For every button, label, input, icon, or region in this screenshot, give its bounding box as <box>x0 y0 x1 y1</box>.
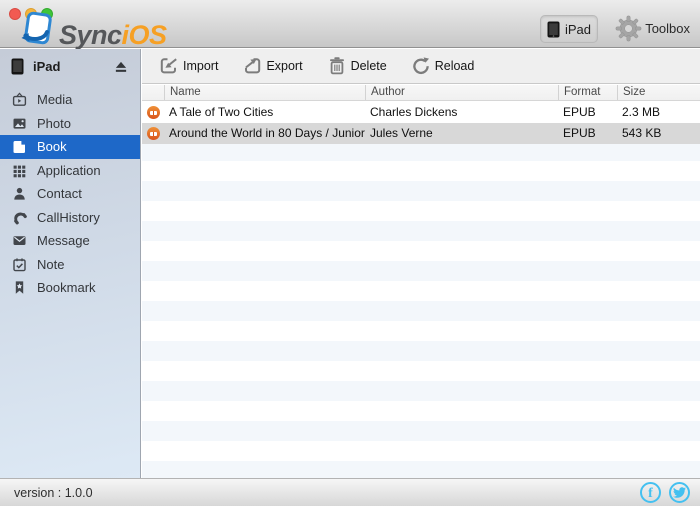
sidebar-item-photo[interactable]: Photo <box>0 112 140 136</box>
import-icon <box>159 56 179 76</box>
sidebar-item-book[interactable]: Book <box>0 135 140 159</box>
cell-size: 2.3 MB <box>617 102 700 123</box>
statusbar: version : 1.0.0 f <box>0 478 700 506</box>
eject-icon[interactable] <box>114 59 129 74</box>
sidebar-item-media[interactable]: Media <box>0 88 140 112</box>
sidebar-item-label: Message <box>37 233 90 248</box>
table-row[interactable]: A Tale of Two Cities Charles Dickens EPU… <box>142 102 700 123</box>
table-row-selected[interactable]: Around the World in 80 Days / Junior Edi… <box>142 123 700 144</box>
export-button[interactable]: Export <box>242 56 302 76</box>
sidebar-item-label: Book <box>37 139 67 154</box>
facebook-icon[interactable]: f <box>640 482 661 503</box>
note-icon <box>12 257 27 272</box>
toolbox-button[interactable]: Toolbox <box>615 13 690 43</box>
reload-label: Reload <box>435 59 475 73</box>
twitter-icon[interactable] <box>669 482 690 503</box>
ebook-icon <box>142 123 164 144</box>
sidebar-item-label: Photo <box>37 116 71 131</box>
device-tab-ipad[interactable]: iPad <box>540 15 598 43</box>
media-icon <box>12 92 27 107</box>
toolbar: Import Export Delete Reload <box>142 49 700 84</box>
app-logo: SynciOS <box>16 11 167 52</box>
sidebar-item-label: Media <box>37 92 72 107</box>
book-icon <box>12 139 27 154</box>
delete-icon <box>327 56 347 76</box>
syncios-logo-icon <box>16 11 56 52</box>
reload-icon <box>411 56 431 76</box>
column-header-size[interactable]: Size <box>617 85 700 100</box>
photo-icon <box>12 116 27 131</box>
application-icon <box>12 163 27 178</box>
column-header-author[interactable]: Author <box>365 85 558 100</box>
column-icon-gutter <box>142 85 164 100</box>
table-header: Name Author Format Size <box>142 85 700 101</box>
column-header-name[interactable]: Name <box>164 85 365 100</box>
social-links: f <box>640 482 690 503</box>
toolbox-label: Toolbox <box>645 21 690 36</box>
sidebar: iPad Media Photo B <box>0 49 141 478</box>
export-label: Export <box>266 59 302 73</box>
sidebar-item-contact[interactable]: Contact <box>0 182 140 206</box>
delete-button[interactable]: Delete <box>327 56 387 76</box>
import-button[interactable]: Import <box>159 56 218 76</box>
titlebar: SynciOS iPad <box>0 0 700 48</box>
cell-format: EPUB <box>558 102 617 123</box>
reload-button[interactable]: Reload <box>411 56 475 76</box>
gear-icon <box>615 15 642 42</box>
app-title: SynciOS <box>59 18 167 52</box>
ebook-icon <box>142 102 164 123</box>
import-label: Import <box>183 59 218 73</box>
sidebar-item-label: CallHistory <box>37 210 100 225</box>
sidebar-item-label: Bookmark <box>37 280 96 295</box>
sidebar-item-note[interactable]: Note <box>0 253 140 277</box>
sidebar-item-callhistory[interactable]: CallHistory <box>0 206 140 230</box>
cell-name: A Tale of Two Cities <box>164 102 365 123</box>
contact-icon <box>12 186 27 201</box>
sidebar-item-bookmark[interactable]: Bookmark <box>0 276 140 300</box>
cell-size: 543 KB <box>617 123 700 144</box>
sidebar-item-message[interactable]: Message <box>0 229 140 253</box>
sidebar-items: Media Photo Book Application <box>0 88 140 300</box>
book-list-background <box>142 102 700 478</box>
ipad-icon <box>11 58 24 75</box>
bookmark-icon <box>12 280 27 295</box>
cell-author: Jules Verne <box>365 123 558 144</box>
callhistory-icon <box>12 210 27 225</box>
sidebar-device-label: iPad <box>33 59 114 74</box>
sidebar-item-label: Contact <box>37 186 82 201</box>
sidebar-item-application[interactable]: Application <box>0 159 140 183</box>
ipad-icon <box>547 21 560 38</box>
cell-name: Around the World in 80 Days / Junior Edi… <box>164 123 365 144</box>
device-tab-label: iPad <box>565 22 591 37</box>
sidebar-device-header: iPad <box>0 49 140 84</box>
export-icon <box>242 56 262 76</box>
sidebar-item-label: Application <box>37 163 101 178</box>
column-header-format[interactable]: Format <box>558 85 617 100</box>
delete-label: Delete <box>351 59 387 73</box>
cell-author: Charles Dickens <box>365 102 558 123</box>
message-icon <box>12 233 27 248</box>
sidebar-item-label: Note <box>37 257 64 272</box>
version-label: version : 1.0.0 <box>14 486 93 500</box>
cell-format: EPUB <box>558 123 617 144</box>
syncios-window: SynciOS iPad <box>0 0 700 506</box>
